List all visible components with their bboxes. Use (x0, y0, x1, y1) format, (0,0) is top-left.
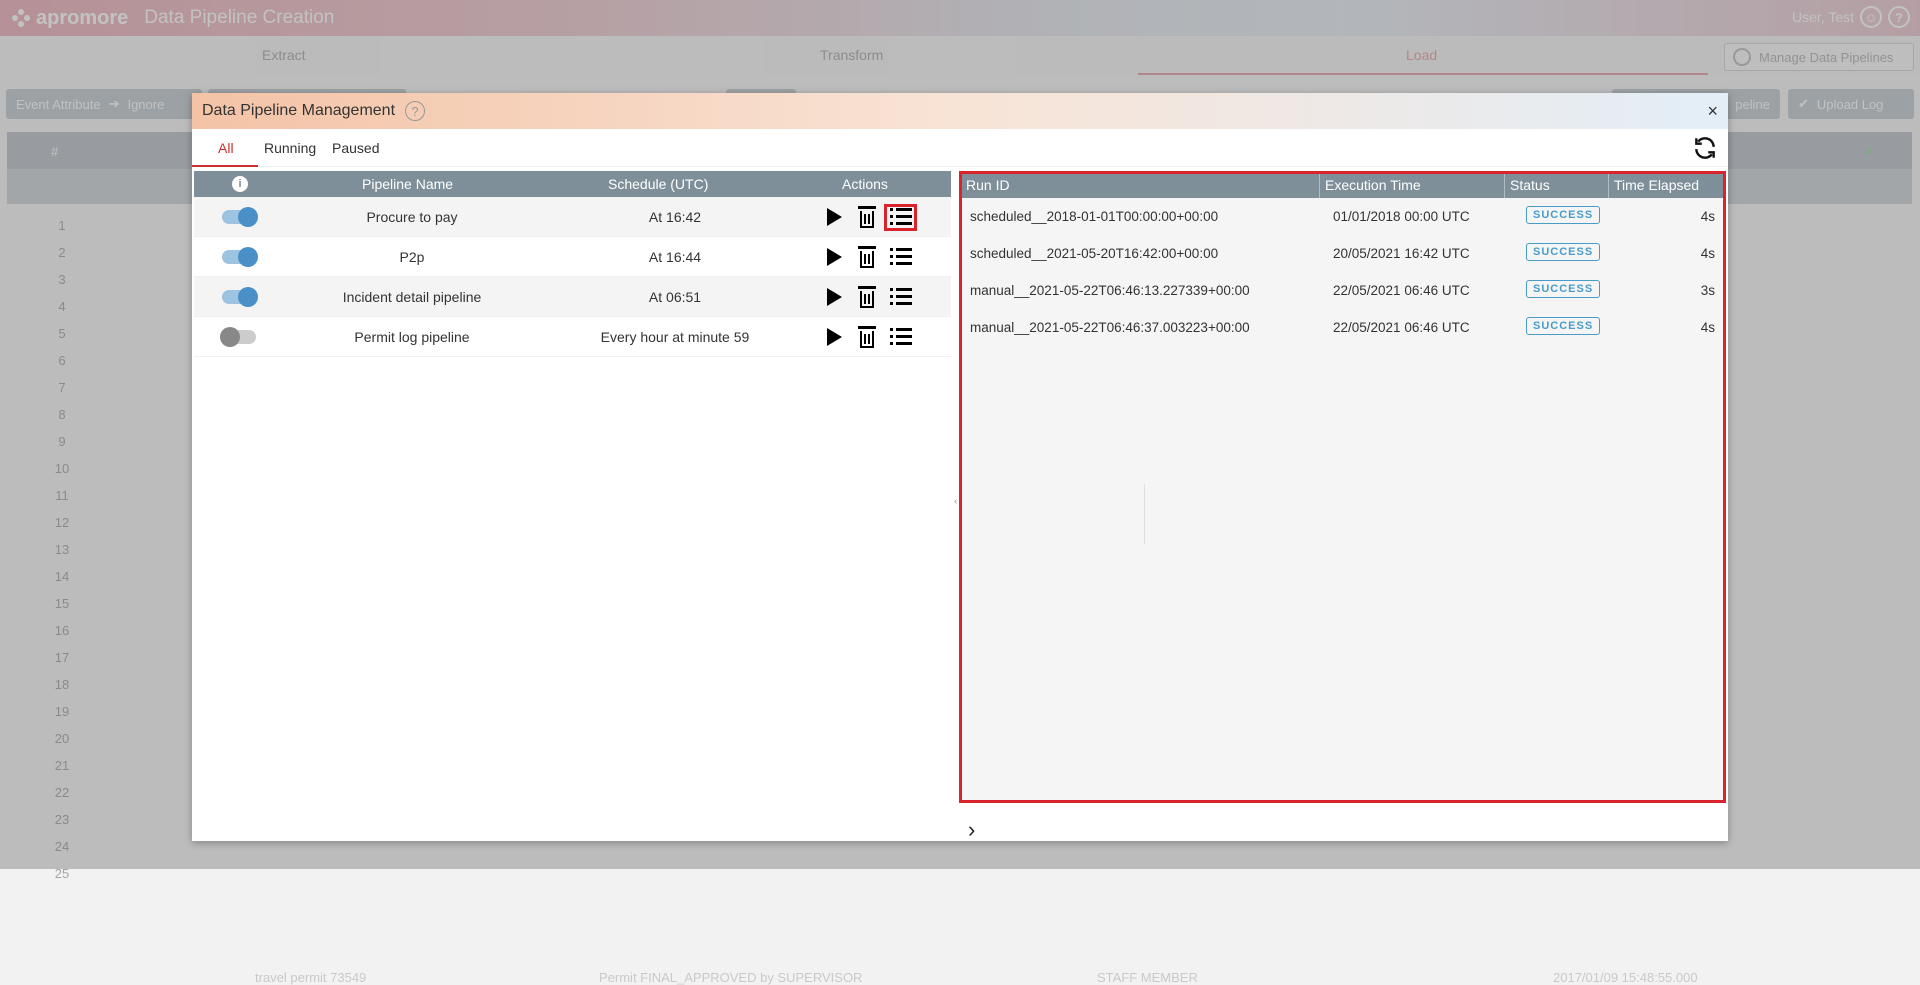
run-row[interactable]: scheduled__2018-01-01T00:00:00+00:00 01/0… (962, 198, 1723, 235)
pipeline-name: P2p (399, 249, 425, 265)
close-button[interactable]: × (1707, 101, 1718, 122)
schedule-header: Schedule (UTC) (608, 176, 709, 192)
time-elapsed: 4s (1700, 246, 1715, 261)
pipeline-runs-table: Run ID Execution Time Status Time Elapse… (959, 171, 1726, 803)
pipeline-row[interactable]: Procure to pay At 16:42 (194, 197, 951, 237)
pipeline-schedule: At 16:44 (648, 249, 702, 265)
run-id: scheduled__2021-05-20T16:42:00+00:00 (970, 246, 1219, 261)
play-icon[interactable] (827, 208, 842, 226)
execution-time: 20/05/2021 16:42 UTC (1333, 246, 1470, 261)
run-row[interactable]: manual__2021-05-22T06:46:13.227339+00:00… (962, 272, 1723, 309)
list-icon[interactable] (890, 328, 912, 346)
question-circle-icon[interactable]: ? (405, 101, 426, 121)
pipelines-table: i Pipeline Name Schedule (UTC) Actions P… (194, 171, 951, 841)
time-elapsed: 4s (1700, 320, 1715, 335)
status-badge: SUCCESS (1526, 206, 1601, 224)
pipeline-schedule: At 06:51 (648, 289, 702, 305)
pipeline-row[interactable]: P2p At 16:44 (194, 237, 951, 277)
refresh-icon[interactable] (1692, 135, 1718, 161)
play-icon[interactable] (827, 328, 842, 346)
status-header: Status (1510, 177, 1550, 193)
execution-time-header: Execution Time (1325, 177, 1421, 193)
status-badge: SUCCESS (1526, 243, 1601, 261)
pipeline-row[interactable]: Incident detail pipeline At 06:51 (194, 277, 951, 317)
trash-icon[interactable] (857, 326, 877, 348)
cell-case: travel permit 73549 (255, 970, 367, 985)
time-elapsed-header: Time Elapsed (1614, 177, 1700, 193)
active-tab-underline (192, 165, 258, 167)
play-icon[interactable] (827, 248, 842, 266)
execution-time: 22/05/2021 06:46 UTC (1333, 320, 1470, 335)
play-icon[interactable] (827, 288, 842, 306)
info-icon: i (232, 176, 248, 192)
chevron-right-icon[interactable]: › (968, 817, 975, 843)
trash-icon[interactable] (857, 206, 877, 228)
tab-running[interactable]: Running (264, 140, 316, 156)
tab-paused[interactable]: Paused (332, 140, 379, 156)
run-id: manual__2021-05-22T06:46:37.003223+00:00 (970, 320, 1250, 335)
pipeline-enable-toggle[interactable] (222, 247, 258, 267)
pipelines-table-header: i Pipeline Name Schedule (UTC) Actions (194, 171, 951, 197)
divider-line (1144, 484, 1145, 544)
pipeline-schedule: At 16:42 (648, 209, 702, 225)
pipeline-name: Incident detail pipeline (342, 289, 482, 305)
cell-resource: STAFF MEMBER (1097, 970, 1198, 985)
execution-time: 22/05/2021 06:46 UTC (1333, 283, 1470, 298)
pipeline-filter-tabs: All Running Paused (192, 129, 1728, 167)
run-row[interactable]: scheduled__2021-05-20T16:42:00+00:00 20/0… (962, 235, 1723, 272)
run-id: scheduled__2018-01-01T00:00:00+00:00 (970, 209, 1219, 224)
trash-icon[interactable] (857, 246, 877, 268)
run-id-header: Run ID (966, 177, 1010, 193)
dialog-header: Data Pipeline Management ? × (192, 93, 1728, 129)
actions-header: Actions (842, 176, 888, 192)
pipeline-enable-toggle[interactable] (220, 327, 256, 347)
cell-time: 2017/01/09 15:48:55.000 (1553, 970, 1698, 985)
list-icon[interactable] (890, 248, 912, 266)
tab-all[interactable]: All (218, 140, 234, 156)
pipeline-name: Permit log pipeline (354, 329, 470, 345)
pipeline-name-header: Pipeline Name (362, 176, 454, 192)
execution-time: 01/01/2018 00:00 UTC (1333, 209, 1470, 224)
time-elapsed: 4s (1700, 209, 1715, 224)
pipeline-enable-toggle[interactable] (222, 207, 258, 227)
trash-icon[interactable] (857, 286, 877, 308)
pipeline-enable-toggle[interactable] (222, 287, 258, 307)
selected-runs-highlight (884, 204, 917, 231)
list-icon[interactable] (890, 288, 912, 306)
status-badge: SUCCESS (1526, 280, 1601, 298)
pipeline-row[interactable]: Permit log pipeline Every hour at minute … (194, 317, 951, 357)
time-elapsed: 3s (1700, 283, 1715, 298)
cell-activity: Permit FINAL_APPROVED by SUPERVISOR (599, 970, 863, 985)
runs-table-header: Run ID Execution Time Status Time Elapse… (962, 174, 1723, 198)
run-row[interactable]: manual__2021-05-22T06:46:37.003223+00:00… (962, 309, 1723, 346)
dialog-title: Data Pipeline Management (202, 102, 396, 119)
data-pipeline-management-dialog: Data Pipeline Management ? × All Running… (192, 93, 1728, 843)
pipeline-name: Procure to pay (366, 209, 458, 225)
pipeline-schedule: Every hour at minute 59 (600, 329, 750, 345)
run-id: manual__2021-05-22T06:46:13.227339+00:00 (970, 283, 1250, 298)
status-badge: SUCCESS (1526, 317, 1601, 335)
